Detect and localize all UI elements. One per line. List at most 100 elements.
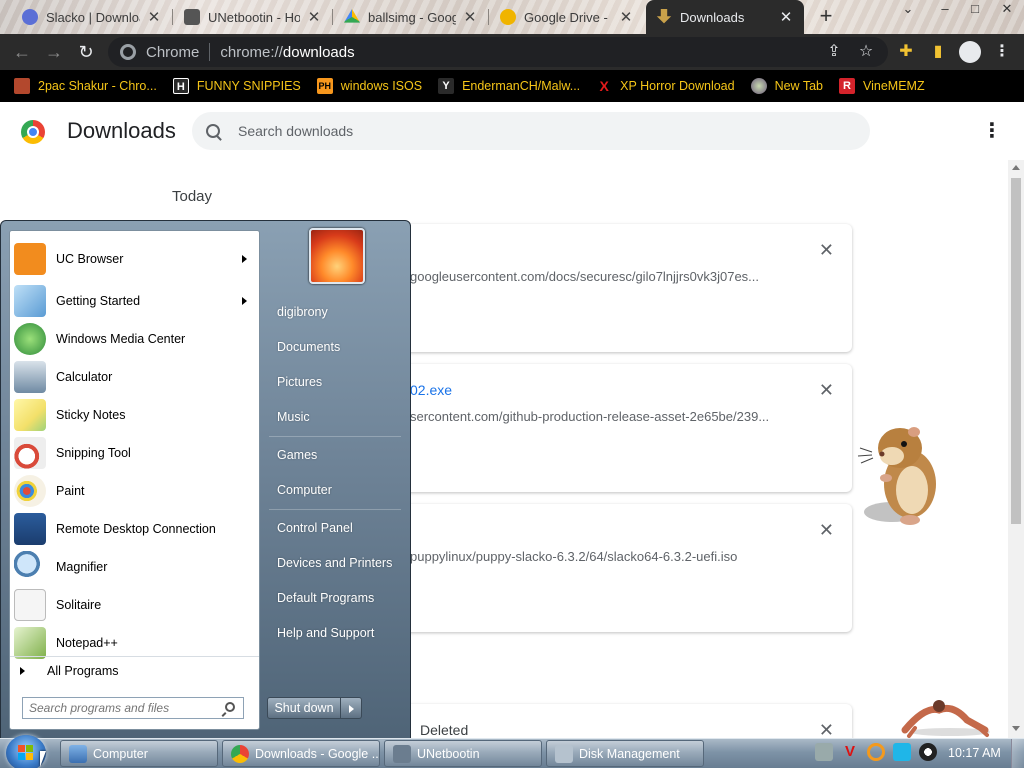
scroll-up-icon[interactable] bbox=[1012, 165, 1020, 170]
reload-icon[interactable]: ↻ bbox=[74, 40, 98, 64]
taskbar-unetbootin[interactable]: UNetbootin bbox=[384, 740, 542, 767]
minimize-button[interactable]: – bbox=[930, 0, 960, 20]
start-item-magnifier[interactable]: Magnifier bbox=[10, 548, 259, 586]
tab-ballsimg[interactable]: ballsimg - Goog ✕ bbox=[334, 2, 488, 32]
start-right-devices-printers[interactable]: Devices and Printers bbox=[277, 556, 392, 570]
start-item-calculator[interactable]: Calculator bbox=[10, 358, 259, 396]
maximize-button[interactable]: □ bbox=[960, 0, 990, 20]
start-right-computer[interactable]: Computer bbox=[277, 483, 332, 497]
tab-unetbootin[interactable]: UNetbootin - Ho ✕ bbox=[174, 2, 332, 32]
tray-v-icon[interactable]: V bbox=[841, 743, 859, 761]
section-today: Today bbox=[172, 188, 213, 205]
bookmark-favicon bbox=[750, 78, 767, 94]
program-label: Solitaire bbox=[56, 598, 102, 612]
start-right-music[interactable]: Music bbox=[277, 410, 310, 424]
start-item-sticky-notes[interactable]: Sticky Notes bbox=[10, 396, 259, 434]
start-right-documents[interactable]: Documents bbox=[277, 340, 340, 354]
bookmark-endermanch[interactable]: Y EndermanCH/Malw... bbox=[438, 78, 580, 94]
shut-down-options-button[interactable] bbox=[341, 697, 362, 719]
bookmark-star-icon[interactable]: ☆ bbox=[854, 40, 878, 64]
start-menu: UC Browser Getting Started Windows Media… bbox=[0, 220, 411, 740]
start-item-remote-desktop[interactable]: Remote Desktop Connection bbox=[10, 510, 259, 548]
chrome-menu-icon[interactable]: ⋮ bbox=[990, 40, 1014, 64]
new-tab-button[interactable]: + bbox=[814, 5, 838, 29]
start-item-getting-started[interactable]: Getting Started bbox=[10, 282, 259, 320]
sticky-notes-icon bbox=[14, 399, 46, 431]
bookmark-new-tab[interactable]: New Tab bbox=[750, 78, 823, 94]
start-item-uc-browser[interactable]: UC Browser bbox=[10, 240, 259, 278]
start-item-windows-media-center[interactable]: Windows Media Center bbox=[10, 320, 259, 358]
search-icon bbox=[206, 124, 220, 138]
close-tab-icon[interactable]: ✕ bbox=[462, 8, 478, 26]
tray-media-icon[interactable] bbox=[919, 743, 937, 761]
tab-downloads[interactable]: Downloads ✕ bbox=[646, 0, 804, 34]
start-right-default-programs[interactable]: Default Programs bbox=[277, 591, 374, 605]
unetbootin-icon bbox=[184, 9, 200, 25]
back-icon[interactable]: ← bbox=[10, 40, 34, 64]
user-avatar[interactable] bbox=[309, 228, 365, 284]
profile-avatar-icon[interactable] bbox=[958, 40, 982, 64]
magnifier-icon bbox=[14, 551, 46, 583]
tab-slacko[interactable]: Slacko | Download ✕ bbox=[12, 2, 172, 32]
tray-search-icon[interactable] bbox=[867, 743, 885, 761]
bookmark-windows-isos[interactable]: PH windows ISOS bbox=[316, 78, 422, 94]
close-tab-icon[interactable]: ✕ bbox=[618, 8, 634, 26]
download-filename[interactable]: 02.exe bbox=[410, 382, 452, 398]
close-tab-icon[interactable]: ✕ bbox=[778, 8, 794, 26]
tab-search-icon[interactable]: ⌄ bbox=[893, 0, 923, 20]
download-url[interactable]: puppylinux/puppy-slacko-6.3.2/64/slacko6… bbox=[410, 549, 737, 564]
start-right-digibrony[interactable]: digibrony bbox=[277, 305, 328, 319]
tray-display-icon[interactable] bbox=[893, 743, 911, 761]
start-right-separator bbox=[269, 436, 401, 437]
hamster-desktop-pet-icon[interactable] bbox=[852, 418, 948, 530]
taskbar-computer[interactable]: Computer bbox=[60, 740, 218, 767]
google-drive-icon bbox=[500, 9, 516, 25]
start-right-games[interactable]: Games bbox=[277, 448, 317, 462]
start-search-field[interactable] bbox=[22, 697, 244, 719]
taskbar-clock[interactable]: 10:17 AM bbox=[948, 746, 1001, 760]
scroll-down-icon[interactable] bbox=[1012, 726, 1020, 731]
more-actions-icon[interactable]: ⋮ bbox=[982, 120, 1002, 144]
close-tab-icon[interactable]: ✕ bbox=[306, 8, 322, 26]
shut-down-button[interactable]: Shut down bbox=[267, 697, 341, 719]
start-right-help-support[interactable]: Help and Support bbox=[277, 626, 374, 640]
tray-app-icon[interactable] bbox=[815, 743, 833, 761]
tab-separator bbox=[488, 9, 489, 25]
program-label: Notepad++ bbox=[56, 636, 118, 650]
start-right-pictures[interactable]: Pictures bbox=[277, 375, 322, 389]
forward-icon[interactable]: → bbox=[42, 40, 66, 64]
start-search-input[interactable] bbox=[29, 701, 209, 715]
all-programs-button[interactable]: All Programs bbox=[10, 656, 259, 684]
bookmark-funny-snippies[interactable]: H FUNNY SNIPPIES bbox=[172, 78, 301, 94]
scrollbar-thumb[interactable] bbox=[1011, 178, 1021, 524]
start-right-control-panel[interactable]: Control Panel bbox=[277, 521, 353, 535]
share-icon[interactable]: ⇪ bbox=[822, 40, 846, 64]
paint-icon bbox=[14, 475, 46, 507]
search-icon[interactable] bbox=[225, 702, 235, 712]
start-item-solitaire[interactable]: Solitaire bbox=[10, 586, 259, 624]
remove-download-icon[interactable]: ✕ bbox=[819, 520, 834, 541]
tab-google-drive[interactable]: Google Drive - D ✕ bbox=[490, 2, 644, 32]
side-panel-icon[interactable]: ▮ bbox=[926, 40, 950, 64]
start-item-paint[interactable]: Paint bbox=[10, 472, 259, 510]
bookmark-favicon: R bbox=[839, 78, 855, 94]
notepad-plus-plus-icon bbox=[14, 627, 46, 659]
download-url[interactable]: sercontent.com/github-production-release… bbox=[410, 409, 769, 424]
search-downloads-field[interactable]: Search downloads bbox=[192, 112, 870, 150]
start-item-snipping-tool[interactable]: Snipping Tool bbox=[10, 434, 259, 472]
remove-download-icon[interactable]: ✕ bbox=[819, 380, 834, 401]
bookmark-2pac[interactable]: 2pac Shakur - Chro... bbox=[14, 78, 157, 94]
close-tab-icon[interactable]: ✕ bbox=[146, 8, 162, 26]
google-drive-icon bbox=[344, 9, 360, 23]
bookmark-vinememz[interactable]: R VineMEMZ bbox=[839, 78, 925, 94]
remove-download-icon[interactable]: ✕ bbox=[819, 240, 834, 261]
extensions-icon[interactable]: ✚ bbox=[894, 40, 918, 64]
download-url[interactable]: googleusercontent.com/docs/securesc/gilo… bbox=[410, 269, 759, 284]
taskbar-chrome-downloads[interactable]: Downloads - Google ... bbox=[222, 740, 380, 767]
close-window-button[interactable]: ✕ bbox=[992, 0, 1022, 20]
address-bar[interactable]: Chrome chrome://downloads bbox=[108, 37, 888, 67]
bookmark-xp-horror[interactable]: X XP Horror Download bbox=[596, 78, 735, 94]
page-scrollbar[interactable] bbox=[1008, 160, 1024, 738]
taskbar-disk-management[interactable]: Disk Management bbox=[546, 740, 704, 767]
show-desktop-button[interactable] bbox=[1011, 739, 1024, 768]
